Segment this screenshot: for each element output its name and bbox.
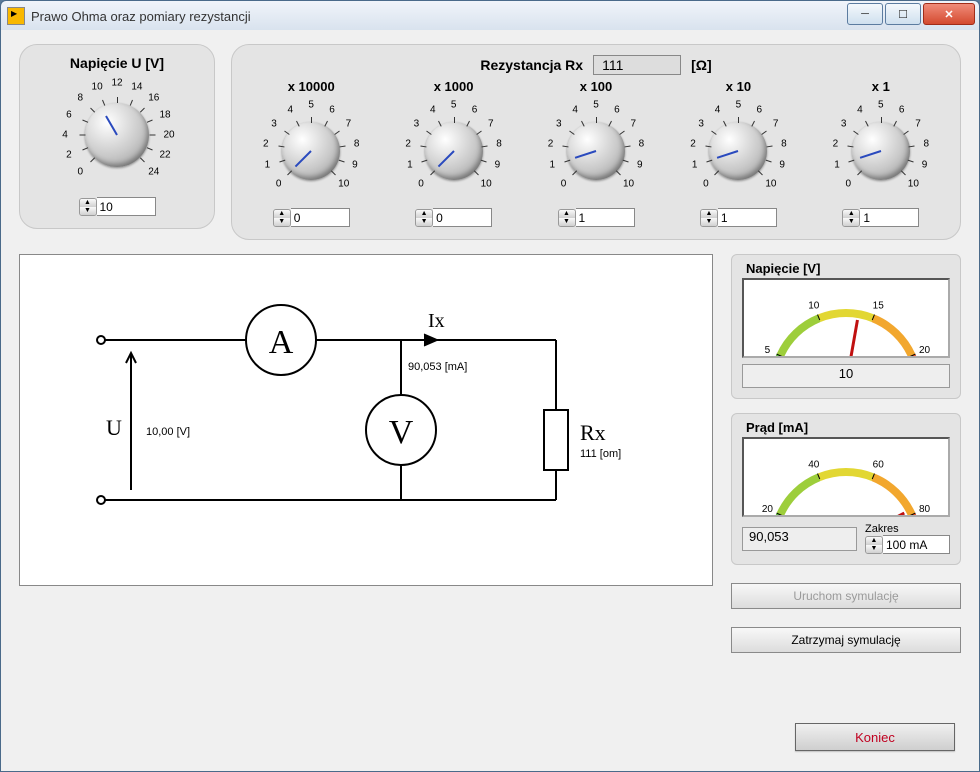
- voltage-field[interactable]: [97, 197, 156, 216]
- voltage-gauge-panel: Napięcie [V] 0510152024 10: [731, 254, 961, 399]
- stop-simulation-button[interactable]: Zatrzymaj symulację: [731, 627, 961, 653]
- multiplier-0: x 10000 012345678910 ▲▼: [244, 79, 378, 227]
- multiplier-stepper[interactable]: ▲▼: [700, 209, 718, 227]
- u-label: U: [106, 415, 122, 440]
- multiplier-label: x 1: [814, 79, 948, 94]
- multiplier-field[interactable]: [860, 208, 919, 227]
- ix-value: 90,053 [mA]: [408, 361, 467, 373]
- minimize-button[interactable]: ─: [847, 3, 883, 25]
- multiplier-label: x 10: [671, 79, 805, 94]
- range-field[interactable]: [883, 535, 950, 554]
- rx-value: 111 [om]: [580, 448, 621, 460]
- voltage-panel-title: Napięcie U [V]: [32, 55, 202, 71]
- current-gauge: 020406080100: [742, 437, 950, 517]
- multiplier-knob[interactable]: 012345678910: [256, 96, 366, 206]
- svg-text:80: 80: [919, 504, 931, 515]
- svg-text:20: 20: [762, 504, 774, 515]
- multiplier-label: x 100: [529, 79, 663, 94]
- circuit-diagram: A V Ix 90,053 [mA] U 10,00 [V] Rx 111 [o…: [19, 254, 713, 586]
- multiplier-label: x 10000: [244, 79, 378, 94]
- multiplier-stepper[interactable]: ▲▼: [415, 209, 433, 227]
- titlebar[interactable]: Prawo Ohma oraz pomiary rezystancji ─ ☐ …: [0, 0, 980, 32]
- multiplier-3: x 10 012345678910 ▲▼: [671, 79, 805, 227]
- voltage-gauge-title: Napięcie [V]: [746, 261, 950, 276]
- client-area: Napięcie U [V] 024681012141618202224 ▲▼ …: [0, 30, 980, 772]
- u-value: 10,00 [V]: [146, 426, 190, 438]
- rx-unit: [Ω]: [691, 57, 712, 73]
- multiplier-knob[interactable]: 012345678910: [826, 96, 936, 206]
- svg-text:60: 60: [873, 459, 885, 470]
- run-simulation-button[interactable]: Uruchom symulację: [731, 583, 961, 609]
- multiplier-label: x 1000: [386, 79, 520, 94]
- range-stepper[interactable]: ▲▼: [865, 536, 883, 554]
- current-gauge-panel: Prąd [mA] 020406080100 90,053 Zakres ▲▼: [731, 413, 961, 565]
- multiplier-stepper[interactable]: ▲▼: [558, 209, 576, 227]
- multiplier-knob[interactable]: 012345678910: [541, 96, 651, 206]
- ammeter-symbol: A: [269, 324, 294, 361]
- multiplier-knob[interactable]: 012345678910: [683, 96, 793, 206]
- exit-button[interactable]: Koniec: [795, 723, 955, 751]
- multiplier-2: x 100 012345678910 ▲▼: [529, 79, 663, 227]
- multiplier-field[interactable]: [718, 208, 777, 227]
- multiplier-stepper[interactable]: ▲▼: [273, 209, 291, 227]
- range-label: Zakres: [865, 523, 899, 535]
- voltmeter-symbol: V: [389, 414, 414, 451]
- voltage-knob[interactable]: 024681012141618202224: [57, 75, 177, 195]
- svg-text:15: 15: [873, 300, 885, 311]
- window-title: Prawo Ohma oraz pomiary rezystancji: [31, 9, 251, 24]
- multiplier-knob[interactable]: 012345678910: [399, 96, 509, 206]
- svg-text:40: 40: [808, 459, 820, 470]
- voltage-panel: Napięcie U [V] 024681012141618202224 ▲▼: [19, 44, 215, 229]
- rx-title: Rezystancja Rx: [480, 57, 583, 73]
- multiplier-4: x 1 012345678910 ▲▼: [814, 79, 948, 227]
- multiplier-field[interactable]: [576, 208, 635, 227]
- close-button[interactable]: ✕: [923, 3, 975, 25]
- rx-value-display: 111: [593, 55, 681, 75]
- multiplier-field[interactable]: [433, 208, 492, 227]
- multiplier-1: x 1000 012345678910 ▲▼: [386, 79, 520, 227]
- voltage-gauge-reading: 10: [742, 364, 950, 388]
- ix-label: Ix: [428, 310, 445, 332]
- current-gauge-title: Prąd [mA]: [746, 420, 950, 435]
- multiplier-stepper[interactable]: ▲▼: [842, 209, 860, 227]
- voltage-stepper[interactable]: ▲▼: [79, 198, 97, 216]
- voltage-gauge: 0510152024: [742, 278, 950, 358]
- multiplier-field[interactable]: [291, 208, 350, 227]
- svg-text:10: 10: [808, 300, 820, 311]
- current-gauge-reading: 90,053: [742, 527, 857, 551]
- maximize-button[interactable]: ☐: [885, 3, 921, 25]
- resistance-panel: Rezystancja Rx 111 [Ω] x 10000 0123456789…: [231, 44, 961, 240]
- svg-text:20: 20: [919, 345, 931, 356]
- labview-icon: [7, 7, 25, 25]
- svg-text:5: 5: [765, 345, 771, 356]
- rx-label: Rx: [580, 420, 606, 445]
